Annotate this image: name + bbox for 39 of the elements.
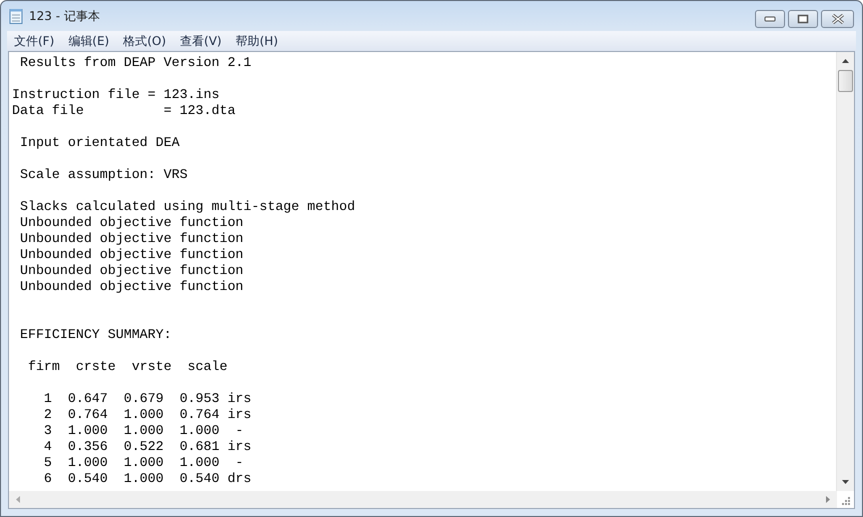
text-line: 6 0.540 1.000 0.540 drs bbox=[42, 471, 252, 487]
minimize-button[interactable] bbox=[755, 10, 785, 28]
text-line: Input orientated DEA bbox=[18, 135, 181, 151]
menu-item[interactable]: 格式(O) bbox=[116, 32, 174, 50]
text-line: firm crste vrste scale bbox=[26, 359, 228, 375]
text-line: Data file = 123.dta bbox=[12, 103, 236, 119]
close-button[interactable] bbox=[821, 10, 854, 28]
menu-item[interactable]: 帮助(H) bbox=[228, 32, 285, 50]
menu-item[interactable]: 编辑(E) bbox=[61, 32, 116, 50]
text-line: Scale assumption: VRS bbox=[18, 167, 189, 183]
scroll-thumb[interactable] bbox=[838, 70, 853, 92]
vertical-scrollbar[interactable] bbox=[836, 52, 854, 491]
close-icon bbox=[830, 14, 846, 24]
scroll-right-icon[interactable] bbox=[826, 496, 830, 503]
window-title: 123 - 记事本 bbox=[29, 8, 100, 24]
text-line: Results from DEAP Version 2.1 bbox=[18, 55, 252, 71]
text-line: 3 1.000 1.000 1.000 - bbox=[42, 423, 244, 439]
text-line: Unbounded objective function bbox=[18, 231, 244, 247]
minimize-icon bbox=[764, 16, 776, 22]
text-line: Slacks calculated using multi-stage method bbox=[18, 199, 356, 215]
text-line: Unbounded objective function bbox=[18, 247, 244, 263]
maximize-icon bbox=[797, 14, 809, 24]
maximize-button[interactable] bbox=[788, 10, 818, 28]
text-line: EFFICIENCY SUMMARY: bbox=[18, 327, 173, 343]
menu-item[interactable]: 查看(V) bbox=[173, 32, 229, 50]
notepad-icon bbox=[9, 8, 23, 24]
menu-item[interactable]: 文件(F) bbox=[7, 32, 62, 50]
scroll-down-icon[interactable] bbox=[842, 480, 849, 484]
text-line: Unbounded objective function bbox=[18, 279, 244, 295]
text-line: 1 0.647 0.679 0.953 irs bbox=[42, 391, 252, 407]
scroll-up-icon[interactable] bbox=[842, 59, 849, 63]
text-line: 5 1.000 1.000 1.000 - bbox=[42, 455, 244, 471]
resize-grip-icon[interactable] bbox=[841, 496, 850, 505]
text-line: Instruction file = 123.ins bbox=[12, 87, 220, 103]
text-line: 4 0.356 0.522 0.681 irs bbox=[42, 439, 252, 455]
text-line: Unbounded objective function bbox=[18, 215, 244, 231]
text-line: 2 0.764 1.000 0.764 irs bbox=[42, 407, 252, 423]
horizontal-scrollbar[interactable] bbox=[9, 491, 837, 508]
text-line: Unbounded objective function bbox=[18, 263, 244, 279]
